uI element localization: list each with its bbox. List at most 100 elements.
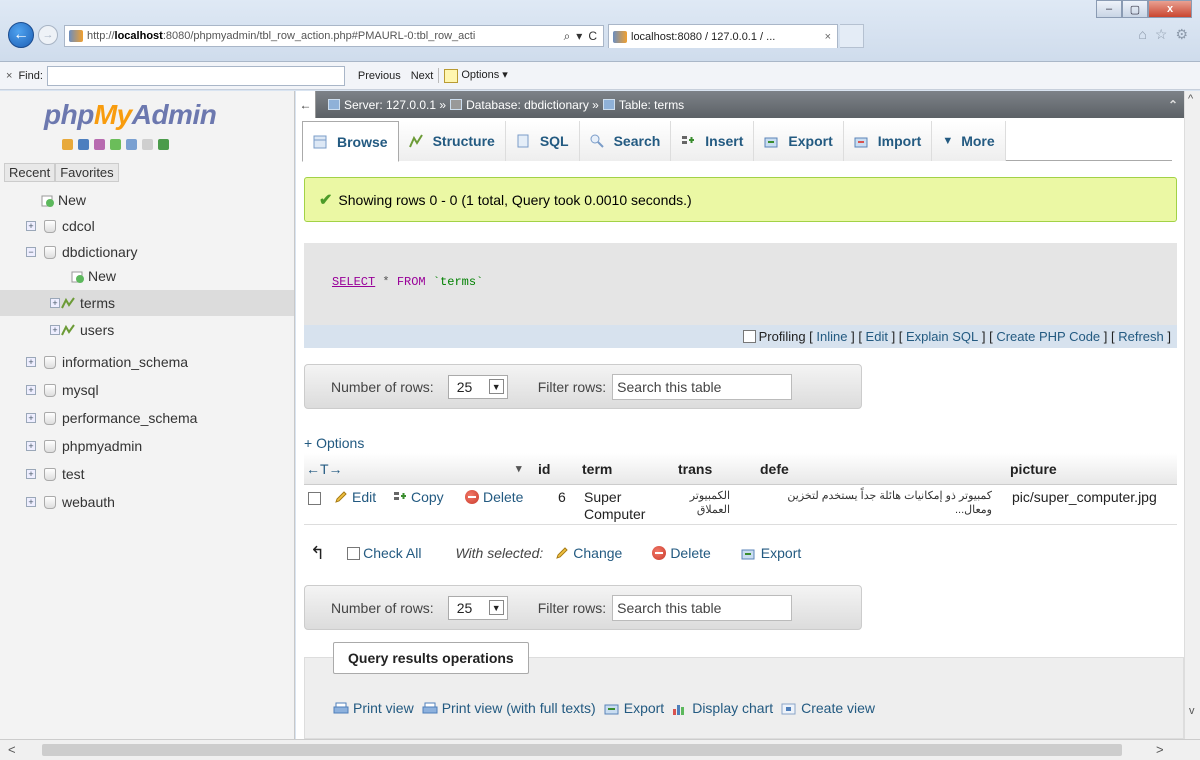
expand-icon[interactable]: + bbox=[26, 385, 36, 395]
tab-search[interactable]: Search bbox=[579, 121, 672, 161]
favorites-tab[interactable]: Favorites bbox=[55, 163, 119, 182]
tab-browse[interactable]: Browse bbox=[302, 121, 399, 162]
expand-icon[interactable]: + bbox=[50, 298, 60, 308]
minimize-button[interactable]: ‒ bbox=[1096, 0, 1122, 18]
tab-sql[interactable]: SQL bbox=[505, 121, 580, 161]
close-window-button[interactable]: x bbox=[1148, 0, 1192, 18]
column-header-defe[interactable]: defe bbox=[760, 461, 789, 477]
scroll-right-icon[interactable]: > bbox=[1156, 742, 1164, 757]
tree-item-users[interactable]: + users bbox=[0, 317, 294, 343]
check-all-label[interactable]: Check All bbox=[363, 545, 421, 561]
create-php-code-link[interactable]: Create PHP Code bbox=[996, 329, 1100, 344]
sql-query-icon[interactable] bbox=[94, 139, 105, 150]
search-icon[interactable]: ⌕ bbox=[564, 29, 571, 44]
cell-picture[interactable]: pic/super_computer.jpg bbox=[1012, 489, 1157, 505]
column-header-picture[interactable]: picture bbox=[1010, 461, 1057, 477]
breadcrumb-database[interactable]: Database: dbdictionary » bbox=[466, 98, 599, 112]
change-selected-button[interactable]: Change bbox=[573, 545, 622, 561]
tab-export[interactable]: Export bbox=[754, 121, 844, 161]
row-copy-button[interactable]: Copy bbox=[393, 489, 444, 505]
filter-rows-input[interactable]: Search this table bbox=[612, 594, 793, 621]
cell-defe[interactable]: كمبيوتر ذو إمكانيات هائلة جداً يستخدم لت… bbox=[760, 489, 992, 517]
settings-gear-icon[interactable]: ⚙ bbox=[1175, 26, 1188, 43]
export-selected-button[interactable]: Export bbox=[761, 545, 801, 561]
back-button[interactable]: ← bbox=[8, 22, 34, 48]
expand-icon[interactable]: + bbox=[26, 441, 36, 451]
new-tab-button[interactable] bbox=[840, 24, 864, 48]
column-arrows-icon[interactable]: ←T→ bbox=[306, 461, 343, 477]
tree-item-webauth[interactable]: + webauth bbox=[0, 489, 294, 515]
breadcrumb-table[interactable]: Table: terms bbox=[619, 98, 684, 112]
expand-icon[interactable]: + bbox=[26, 497, 36, 507]
find-previous-button[interactable]: Previous bbox=[353, 70, 406, 82]
horizontal-scrollbar[interactable]: < > bbox=[0, 739, 1200, 760]
favorites-star-icon[interactable]: ☆ bbox=[1155, 26, 1168, 43]
check-all-checkbox[interactable] bbox=[347, 546, 361, 560]
tab-import[interactable]: Import bbox=[843, 121, 933, 161]
cell-id[interactable]: 6 bbox=[558, 489, 566, 505]
scroll-down-icon[interactable]: v bbox=[1189, 705, 1195, 717]
scroll-left-icon[interactable]: < bbox=[8, 742, 16, 757]
filter-rows-input[interactable]: Search this table bbox=[612, 373, 793, 400]
vertical-scrollbar[interactable]: ^ v bbox=[1184, 91, 1200, 739]
dropdown-icon[interactable]: ▾ bbox=[576, 29, 582, 44]
tree-item-information-schema[interactable]: + information_schema bbox=[0, 349, 294, 375]
logout-icon[interactable] bbox=[78, 139, 89, 150]
tab-close-icon[interactable]: × bbox=[825, 31, 831, 43]
row-checkbox[interactable] bbox=[308, 492, 321, 505]
scroll-up-icon[interactable]: ^ bbox=[1188, 93, 1193, 105]
rows-per-page-select[interactable]: 25 ▼ bbox=[447, 374, 508, 399]
options-link[interactable]: + Options bbox=[304, 435, 364, 451]
find-next-button[interactable]: Next bbox=[406, 70, 439, 82]
find-options-button[interactable]: Options ▾ bbox=[438, 68, 513, 83]
address-bar[interactable]: http://localhost:8080/phpmyadmin/tbl_row… bbox=[64, 25, 604, 47]
horizontal-scroll-thumb[interactable] bbox=[42, 744, 1122, 756]
row-delete-button[interactable]: Delete bbox=[465, 489, 523, 505]
maximize-button[interactable]: ▢ bbox=[1122, 0, 1148, 18]
sql-query-text[interactable]: SELECT * FROM `terms` bbox=[332, 275, 483, 289]
column-header-id[interactable]: id bbox=[538, 461, 550, 477]
find-input[interactable] bbox=[46, 65, 345, 86]
tree-item-dbdictionary[interactable]: − dbdictionary bbox=[0, 239, 294, 265]
inline-link[interactable]: Inline bbox=[816, 329, 847, 344]
tree-item-mysql[interactable]: + mysql bbox=[0, 377, 294, 403]
home-icon[interactable]: ⌂ bbox=[1138, 26, 1146, 43]
expand-icon[interactable]: + bbox=[26, 357, 36, 367]
recent-tab[interactable]: Recent bbox=[4, 163, 56, 182]
expand-icon[interactable]: + bbox=[50, 325, 60, 335]
help-icon[interactable] bbox=[126, 139, 137, 150]
tab-insert[interactable]: Insert bbox=[671, 121, 755, 161]
phpmyadmin-logo[interactable]: phpMyAdmin bbox=[44, 99, 217, 131]
column-header-term[interactable]: term bbox=[582, 461, 612, 477]
tree-item-phpmyadmin[interactable]: + phpmyadmin bbox=[0, 433, 294, 459]
breadcrumb-server[interactable]: Server: 127.0.0.1 » bbox=[344, 98, 446, 112]
row-edit-button[interactable]: Edit bbox=[334, 489, 376, 505]
settings-icon[interactable] bbox=[142, 139, 153, 150]
find-close-icon[interactable]: × bbox=[6, 70, 12, 82]
display-chart-link[interactable]: Display chart bbox=[692, 700, 773, 716]
explain-sql-link[interactable]: Explain SQL bbox=[906, 329, 978, 344]
collapse-nav-button[interactable]: ← bbox=[296, 91, 316, 118]
tree-item-new-table[interactable]: New bbox=[0, 263, 294, 289]
expand-icon[interactable]: + bbox=[26, 221, 36, 231]
tree-item-cdcol[interactable]: + cdcol bbox=[0, 213, 294, 239]
profiling-checkbox[interactable] bbox=[742, 330, 756, 343]
tab-more[interactable]: ▼ More bbox=[932, 121, 1006, 161]
create-view-link[interactable]: Create view bbox=[801, 700, 875, 716]
cell-trans[interactable]: الكمبيوتر العملاق bbox=[680, 489, 730, 517]
column-header-trans[interactable]: trans bbox=[678, 461, 712, 477]
tree-item-terms[interactable]: + terms bbox=[0, 290, 294, 316]
refresh-icon[interactable]: C bbox=[588, 29, 597, 44]
tree-item-new-db[interactable]: New bbox=[0, 187, 294, 213]
rows-per-page-select[interactable]: 25 ▼ bbox=[447, 595, 508, 620]
reload-icon[interactable] bbox=[158, 139, 169, 150]
edit-link[interactable]: Edit bbox=[866, 329, 888, 344]
print-view-full-link[interactable]: Print view (with full texts) bbox=[442, 700, 596, 716]
collapse-icon[interactable]: − bbox=[26, 247, 36, 257]
expand-icon[interactable]: + bbox=[26, 469, 36, 479]
tab-structure[interactable]: Structure bbox=[398, 121, 506, 161]
delete-selected-button[interactable]: Delete bbox=[670, 545, 710, 561]
docs-icon[interactable] bbox=[110, 139, 121, 150]
refresh-link[interactable]: Refresh bbox=[1118, 329, 1164, 344]
print-view-link[interactable]: Print view bbox=[353, 700, 414, 716]
